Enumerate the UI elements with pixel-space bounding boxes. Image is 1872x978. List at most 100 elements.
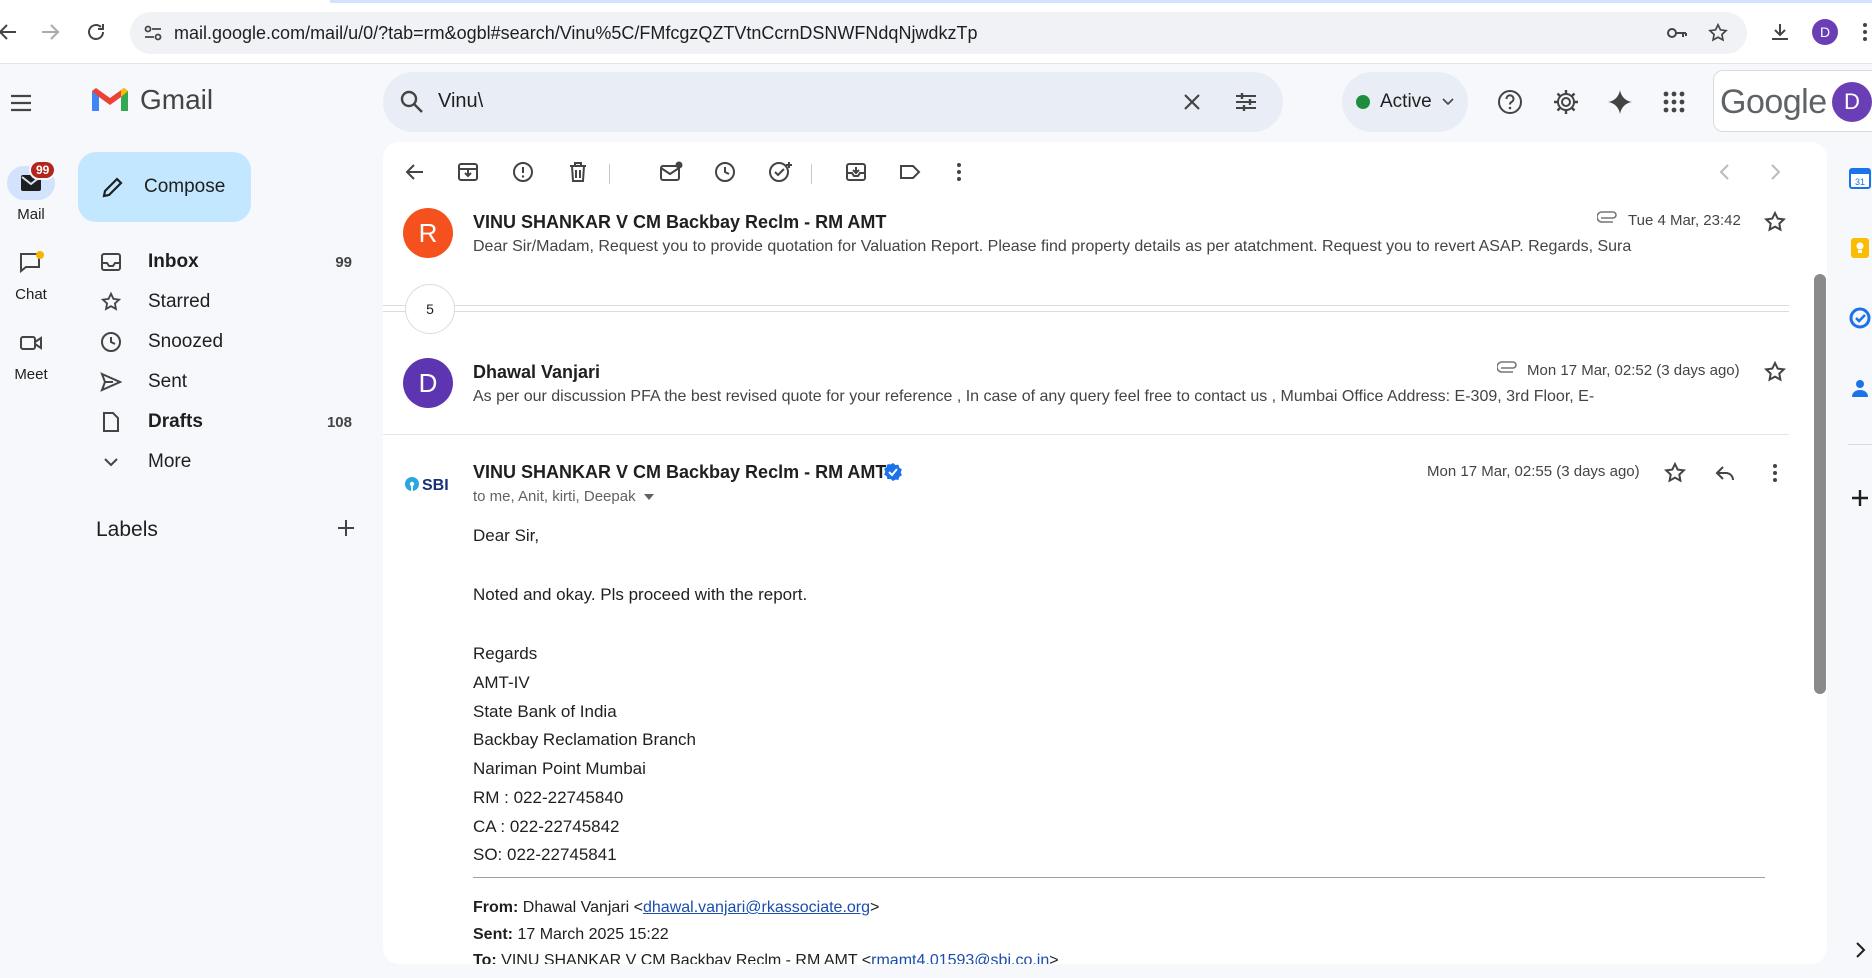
gmail-wordmark: Gmail	[140, 84, 214, 115]
sidebar-item-drafts[interactable]: Drafts 108	[80, 404, 370, 440]
gmail-m-icon	[92, 88, 128, 111]
signature-line: Regards	[473, 644, 538, 663]
download-icon[interactable]	[1768, 20, 1792, 44]
sidebar-item-label: Drafts	[148, 411, 203, 432]
add-task-icon[interactable]	[768, 160, 792, 184]
contacts-icon[interactable]	[1848, 376, 1872, 400]
sidebar-item-snoozed[interactable]: Snoozed	[80, 324, 370, 360]
hidden-messages-divider	[383, 311, 1789, 312]
search-bar[interactable]: Vinu\	[383, 72, 1283, 132]
more-vertical-icon[interactable]	[947, 160, 971, 184]
sidebar-item-label: More	[148, 451, 192, 472]
forward-arrow-icon[interactable]	[38, 20, 62, 44]
gmail-logo[interactable]: Gmail	[90, 84, 213, 116]
back-to-list-icon[interactable]	[403, 160, 427, 184]
reload-icon[interactable]	[84, 20, 108, 44]
greeting-text: Dear Sir,	[473, 526, 540, 545]
clear-search-icon[interactable]	[1180, 90, 1204, 114]
rail-meet[interactable]: Meet	[0, 326, 62, 383]
browser-profile-avatar[interactable]: D	[1812, 19, 1838, 45]
quoted-to-label: To:	[473, 952, 497, 964]
main-menu-icon[interactable]	[8, 90, 34, 116]
search-icon[interactable]	[399, 89, 425, 115]
mail-unread-badge: 99	[29, 160, 57, 180]
address-bar[interactable]: mail.google.com/mail/u/0/?tab=rm&ogbl#se…	[130, 12, 1747, 54]
recipients-text: to me, Anit, kirti, Deepak	[473, 488, 636, 505]
sidebar-item-inbox[interactable]: Inbox 99	[80, 244, 370, 280]
sidebar-item-sent[interactable]: Sent	[80, 364, 370, 400]
google-wordmark: Google	[1720, 83, 1827, 121]
search-options-icon[interactable]	[1233, 89, 1259, 115]
quoted-separator	[473, 877, 1765, 878]
clock-icon	[98, 329, 124, 355]
sidebar-item-more[interactable]: More	[80, 444, 370, 480]
star-toggle-icon[interactable]	[1663, 461, 1687, 485]
status-dropdown[interactable]: Active	[1342, 72, 1468, 132]
label-tag-icon[interactable]	[898, 160, 922, 184]
rail-chat[interactable]: Chat	[0, 246, 62, 303]
quoted-sent-line: Sent: 17 March 2025 15:22	[473, 926, 669, 944]
site-info-icon[interactable]	[142, 22, 164, 44]
quoted-from-label: From:	[473, 899, 519, 916]
inbox-count: 99	[335, 253, 352, 271]
settings-gear-icon[interactable]	[1552, 88, 1580, 116]
chevron-down-icon	[98, 449, 124, 475]
draft-file-icon	[98, 409, 124, 435]
quoted-to-name: VINU SHANKAR V CM Backbay Reclm - RM AMT…	[501, 952, 872, 964]
gemini-sparkle-icon[interactable]	[1606, 88, 1634, 116]
search-input[interactable]: Vinu\	[438, 90, 483, 113]
newer-chevron-left-icon[interactable]	[1713, 160, 1737, 184]
password-key-icon[interactable]	[1666, 22, 1688, 44]
sidebar-item-label: Snoozed	[148, 331, 224, 352]
quoted-sent-label: Sent:	[473, 926, 513, 943]
labels-heading: Labels	[96, 518, 158, 541]
rail-chat-label: Chat	[15, 286, 47, 303]
compose-label: Compose	[144, 176, 226, 197]
account-avatar[interactable]: D	[1832, 82, 1872, 122]
compose-button[interactable]: Compose	[78, 152, 251, 222]
sidebar-item-label: Starred	[148, 291, 211, 312]
report-spam-icon[interactable]	[511, 160, 535, 184]
delete-trash-icon[interactable]	[566, 160, 590, 184]
keep-notes-icon[interactable]	[1848, 236, 1872, 260]
rail-mail[interactable]: 99 Mail	[0, 160, 62, 223]
reply-arrow-icon[interactable]	[1713, 461, 1737, 485]
quoted-from-email-link[interactable]: dhawal.vanjari@rkassociate.org	[643, 899, 870, 916]
expand-side-panel-chevron-icon[interactable]	[1848, 938, 1872, 962]
quoted-to-line: To: VINU SHANKAR V CM Backbay Reclm - RM…	[473, 952, 1059, 964]
scrollbar-thumb[interactable]	[1814, 274, 1826, 694]
snooze-clock-icon[interactable]	[713, 160, 737, 184]
verified-badge-icon	[883, 462, 903, 482]
get-addons-plus-icon[interactable]	[1848, 486, 1872, 510]
star-toggle-icon[interactable]	[1763, 210, 1787, 234]
bookmark-star-icon[interactable]	[1707, 22, 1729, 44]
rail-meet-label: Meet	[14, 366, 48, 383]
conversation-panel: R VINU SHANKAR V CM Backbay Reclm - RM A…	[383, 142, 1827, 964]
calendar-icon[interactable]: 31	[1848, 166, 1872, 190]
signature-line: CA : 022-22745842	[473, 817, 620, 836]
quoted-to-email-link[interactable]: rmamt4.01593@sbi.co.in	[871, 952, 1049, 964]
star-toggle-icon[interactable]	[1763, 360, 1787, 384]
older-chevron-right-icon[interactable]	[1763, 160, 1787, 184]
move-to-icon[interactable]	[844, 160, 868, 184]
url-text[interactable]: mail.google.com/mail/u/0/?tab=rm&ogbl#se…	[174, 23, 977, 44]
add-label-plus-icon[interactable]	[334, 516, 358, 540]
sidebar-item-starred[interactable]: Starred	[80, 284, 370, 320]
expand-hidden-messages-button[interactable]: 5	[405, 284, 455, 334]
sender-avatar: R	[403, 208, 453, 258]
message-more-icon[interactable]	[1763, 461, 1787, 485]
recipients-dropdown[interactable]: to me, Anit, kirti, Deepak	[473, 488, 654, 505]
browser-menu-icon[interactable]	[1858, 20, 1872, 44]
open-message-sender: VINU SHANKAR V CM Backbay Reclm - RM AMT	[473, 462, 887, 482]
signature-line: State Bank of India	[473, 702, 617, 721]
archive-icon[interactable]	[456, 160, 480, 184]
tasks-icon[interactable]	[1848, 306, 1872, 330]
message-divider	[383, 434, 1789, 435]
help-icon[interactable]	[1496, 88, 1524, 116]
mark-unread-icon[interactable]	[659, 160, 683, 184]
signature-line: AMT-IV	[473, 673, 530, 692]
apps-grid-icon[interactable]	[1660, 88, 1688, 116]
attachment-paperclip-icon	[1597, 210, 1619, 226]
toolbar-divider	[609, 164, 610, 184]
back-arrow-icon[interactable]	[0, 20, 20, 44]
